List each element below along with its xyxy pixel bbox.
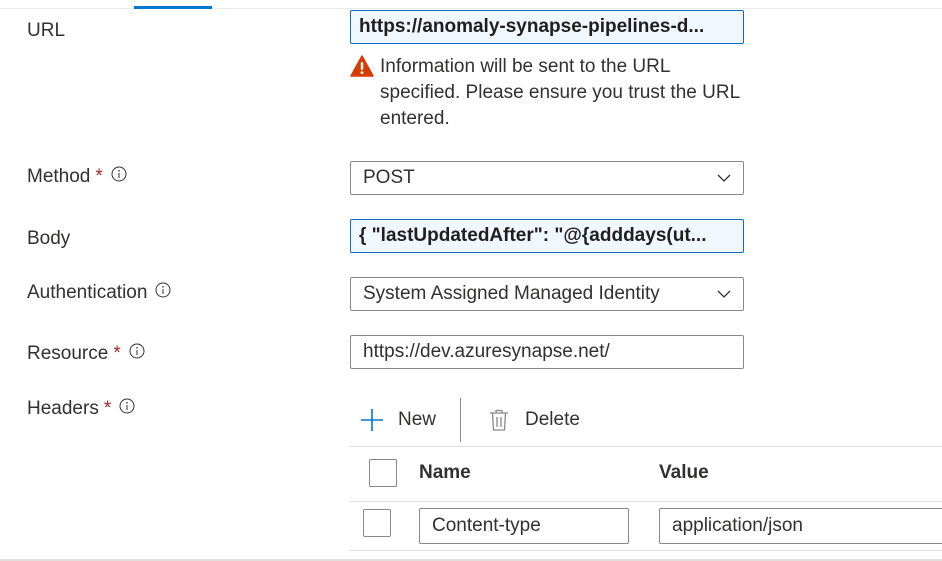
info-icon[interactable]: [111, 166, 127, 182]
table-top-border: [350, 446, 942, 447]
required-indicator: *: [95, 166, 103, 187]
column-header-name: Name: [419, 462, 471, 483]
method-label: Method *: [27, 164, 127, 190]
new-header-button[interactable]: New: [360, 408, 436, 432]
info-icon[interactable]: [129, 343, 145, 359]
column-header-value: Value: [659, 462, 709, 483]
table-bottom-border: [350, 550, 942, 551]
active-tab-indicator: [134, 6, 212, 9]
resource-input[interactable]: https://dev.azuresynapse.net/: [350, 335, 744, 369]
header-name-input[interactable]: Content-type: [419, 508, 629, 544]
required-indicator: *: [103, 398, 112, 419]
body-label: Body: [27, 228, 71, 249]
toolbar-divider: [460, 398, 462, 442]
body-value: { "lastUpdatedAfter": "@{adddays(ut...: [359, 225, 707, 246]
url-warning: Information will be sent to the URL spec…: [350, 54, 750, 132]
url-input[interactable]: https://anomaly-synapse-pipelines-d...: [350, 10, 744, 44]
header-value-input[interactable]: application/json: [659, 508, 942, 544]
warning-icon: [350, 55, 374, 77]
resource-label: Resource *: [27, 341, 145, 367]
info-icon[interactable]: [119, 398, 135, 414]
headers-toolbar: New Delete: [360, 398, 580, 442]
row-checkbox[interactable]: [363, 509, 391, 537]
trash-icon: [490, 409, 509, 431]
chevron-down-icon: [717, 290, 731, 298]
info-icon[interactable]: [155, 282, 171, 298]
required-indicator: *: [113, 343, 121, 364]
method-dropdown[interactable]: POST: [350, 161, 744, 195]
authentication-value: System Assigned Managed Identity: [363, 283, 660, 304]
headers-label: Headers *: [27, 396, 135, 422]
authentication-dropdown[interactable]: System Assigned Managed Identity: [350, 277, 744, 311]
plus-icon: [361, 409, 383, 431]
url-label: URL: [27, 20, 66, 41]
body-input[interactable]: { "lastUpdatedAfter": "@{adddays(ut...: [350, 219, 744, 253]
warning-text: Information will be sent to the URL spec…: [380, 56, 740, 129]
select-all-checkbox[interactable]: [369, 459, 397, 487]
table-header-border: [350, 501, 942, 502]
resource-value: https://dev.azuresynapse.net/: [363, 341, 610, 362]
method-value: POST: [363, 167, 415, 188]
url-value: https://anomaly-synapse-pipelines-d...: [359, 16, 705, 37]
authentication-label: Authentication: [27, 280, 171, 306]
chevron-down-icon: [717, 174, 731, 182]
delete-header-button[interactable]: Delete: [487, 408, 580, 432]
